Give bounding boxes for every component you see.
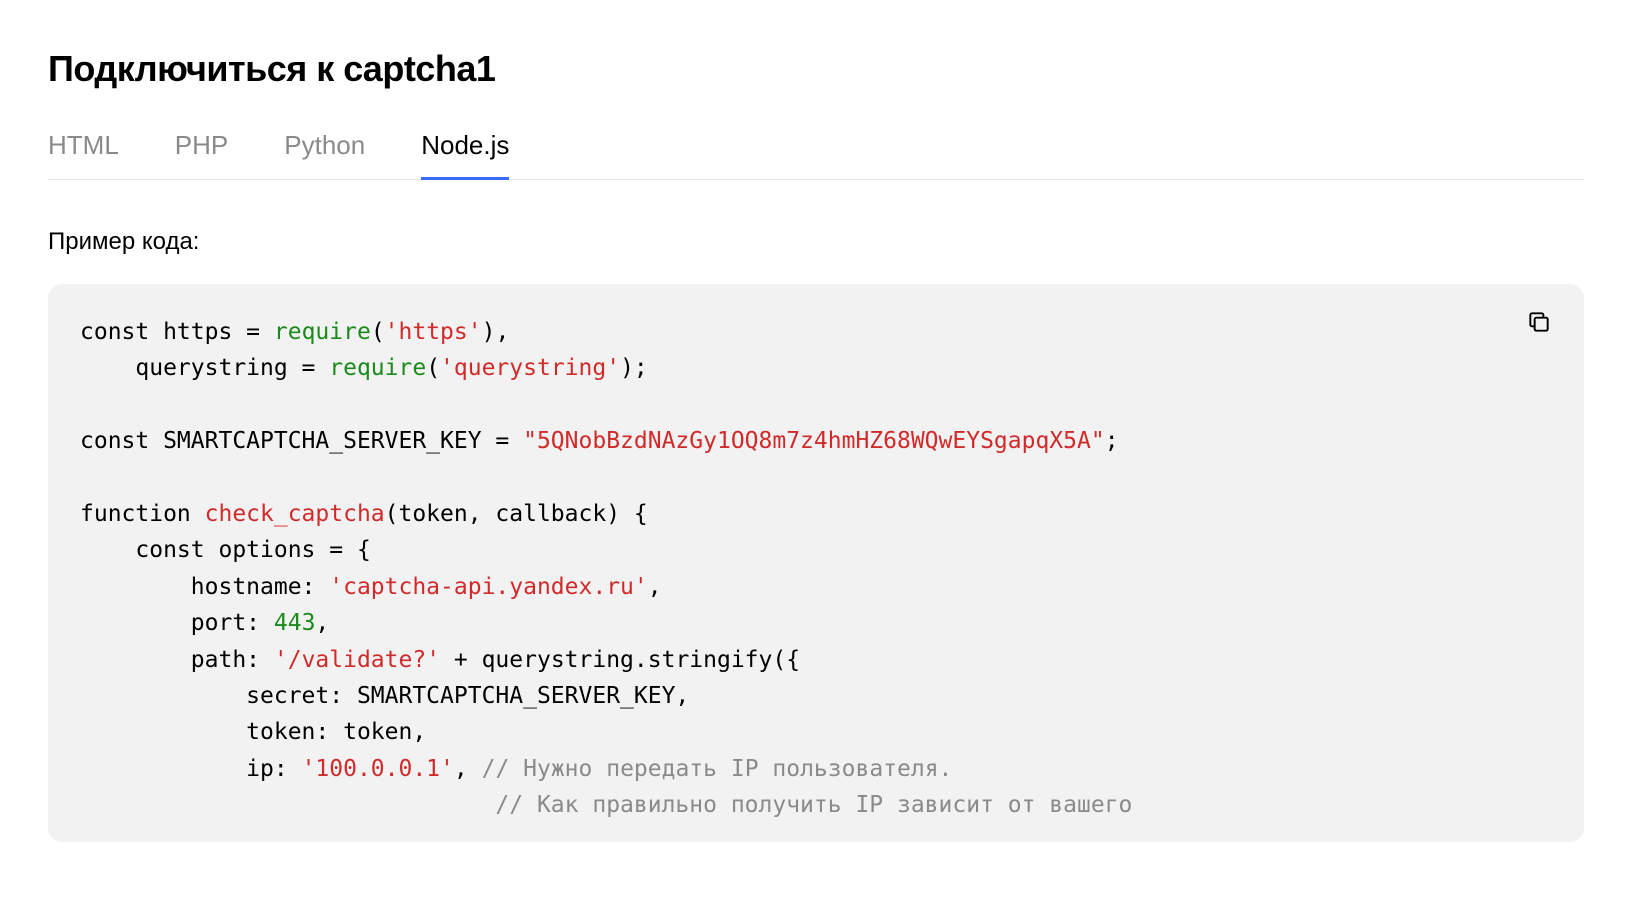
- code-token: secret: SMARTCAPTCHA_SERVER_KEY,: [80, 683, 689, 709]
- code-token: check_captcha: [205, 501, 385, 527]
- copy-button[interactable]: [1526, 306, 1558, 338]
- code-token: token: token,: [80, 719, 426, 745]
- code-token: "5QNobBzdNAzGy1OQ8m7z4hmHZ68WQwEYSgapqX5…: [523, 428, 1105, 454]
- code-token: require: [329, 355, 426, 381]
- code-token: 'https': [385, 319, 482, 345]
- code-example-label: Пример кода:: [48, 228, 1584, 256]
- code-token: const options = {: [80, 537, 371, 563]
- code-content: const https = require('https'), querystr…: [80, 314, 1552, 824]
- code-token: );: [620, 355, 648, 381]
- code-token: port:: [80, 610, 274, 636]
- tabs: HTML PHP Python Node.js: [48, 130, 1584, 180]
- code-token: ),: [482, 319, 510, 345]
- code-token: + querystring.stringify({: [440, 647, 800, 673]
- code-token: ip:: [80, 756, 302, 782]
- tab-html[interactable]: HTML: [48, 130, 119, 179]
- code-token: const SMARTCAPTCHA_SERVER_KEY =: [80, 428, 523, 454]
- code-token: require: [274, 319, 371, 345]
- code-token: // Как правильно получить IP зависит от …: [495, 792, 1132, 818]
- code-token: (token, callback) {: [385, 501, 648, 527]
- code-token: querystring =: [80, 355, 329, 381]
- code-token: // Нужно передать IP пользователя.: [482, 756, 953, 782]
- code-token: function: [80, 501, 205, 527]
- tab-python[interactable]: Python: [284, 130, 365, 179]
- code-token: (: [371, 319, 385, 345]
- code-token: ,: [648, 574, 662, 600]
- code-token: (: [426, 355, 440, 381]
- code-token: hostname:: [80, 574, 329, 600]
- code-token: path:: [80, 647, 274, 673]
- code-token: 443: [274, 610, 316, 636]
- code-token: [80, 792, 495, 818]
- code-token: ;: [1105, 428, 1119, 454]
- code-block: const https = require('https'), querystr…: [48, 284, 1584, 842]
- page-title: Подключиться к captcha1: [48, 48, 1584, 90]
- code-token: 'querystring': [440, 355, 620, 381]
- code-token: 'captcha-api.yandex.ru': [329, 574, 648, 600]
- tab-php[interactable]: PHP: [175, 130, 228, 179]
- code-token: const https =: [80, 319, 274, 345]
- copy-icon: [1526, 309, 1552, 335]
- code-token: ,: [454, 756, 482, 782]
- code-token: '100.0.0.1': [302, 756, 454, 782]
- tab-nodejs[interactable]: Node.js: [421, 130, 509, 179]
- code-token: '/validate?': [274, 647, 440, 673]
- code-token: ,: [315, 610, 329, 636]
